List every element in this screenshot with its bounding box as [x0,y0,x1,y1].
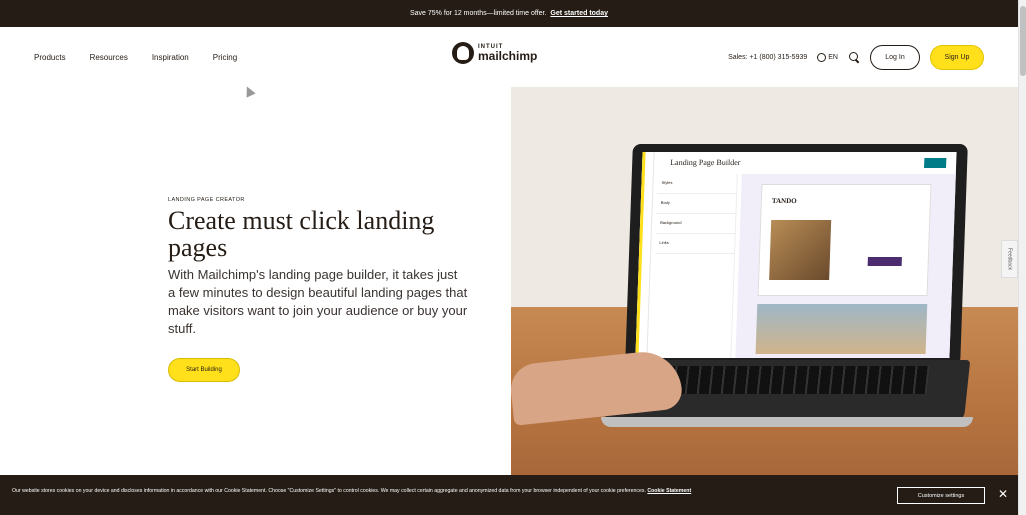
promo-text: Save 75% for 12 months—limited time offe… [409,10,547,17]
builder-title: Landing Page Builder [670,158,741,167]
freddie-icon [452,42,474,64]
start-building-button[interactable]: Start Building [168,358,240,382]
nav-actions: Sales: +1 (800) 315-5939 EN Log In Sign … [728,27,984,87]
login-button[interactable]: Log In [870,44,920,70]
nav-item-inspiration[interactable]: Inspiration [152,53,189,62]
hero-eyebrow: LANDING PAGE CREATOR [168,197,245,203]
panel-row: Background [655,214,736,234]
feedback-tab[interactable]: Feedback [1001,240,1018,278]
mailchimp-logo[interactable]: INTUIT mailchimp [452,42,537,64]
builder-rail [635,152,646,358]
close-icon[interactable]: ✕ [996,487,1010,501]
preview-brand: TANDO [771,197,797,205]
panel-row: Body [656,194,737,214]
panel-row: Styles [657,174,737,194]
globe-icon [817,52,827,62]
search-icon[interactable] [848,51,860,63]
cookie-text: Our website stores cookies on your devic… [12,487,692,495]
nav-item-pricing[interactable]: Pricing [213,53,237,62]
laptop-screen: Landing Page Builder Styles Body Backgro… [625,144,968,366]
locale-label: EN [828,53,838,61]
cookie-statement-link[interactable]: Cookie Statement [647,488,691,494]
builder-publish-button [924,158,947,168]
locale-selector[interactable]: EN [817,52,838,62]
hero-title: Create must click landing pages [168,206,435,262]
panel-row: Links [655,234,735,254]
landing-preview-card: TANDO [757,184,932,296]
nav-menu: Products Resources Inspiration Pricing [34,27,237,87]
hero-image: Landing Page Builder Styles Body Backgro… [511,87,1018,475]
cookie-message: Our website stores cookies on your devic… [12,488,646,494]
builder-ui: Landing Page Builder Styles Body Backgro… [635,152,957,358]
page-scrollbar[interactable] [1018,0,1026,515]
promo-banner: Save 75% for 12 months—limited time offe… [0,0,1018,27]
cyclist-photo [769,220,832,280]
top-nav: Products Resources Inspiration Pricing I… [0,27,1018,87]
nav-item-products[interactable]: Products [34,53,66,62]
promo-link[interactable]: Get started today [550,10,608,17]
nav-item-resources[interactable]: Resources [90,53,128,62]
scrollbar-thumb[interactable] [1020,6,1026,76]
hero-body: With Mailchimp's landing page builder, i… [168,267,468,336]
cyclists-photo [755,304,928,354]
sales-phone[interactable]: Sales: +1 (800) 315-5939 [728,54,807,61]
laptop-edge [601,417,973,427]
signup-button[interactable]: Sign Up [930,44,984,70]
logo-mailchimp-text: mailchimp [478,49,538,63]
builder-style-panel: Styles Body Background Links [651,174,738,358]
builder-canvas: TANDO [735,174,956,358]
preview-button [867,257,902,266]
customize-settings-button[interactable]: Customize settings [897,487,985,504]
cookie-banner: Our website stores cookies on your devic… [0,475,1018,515]
